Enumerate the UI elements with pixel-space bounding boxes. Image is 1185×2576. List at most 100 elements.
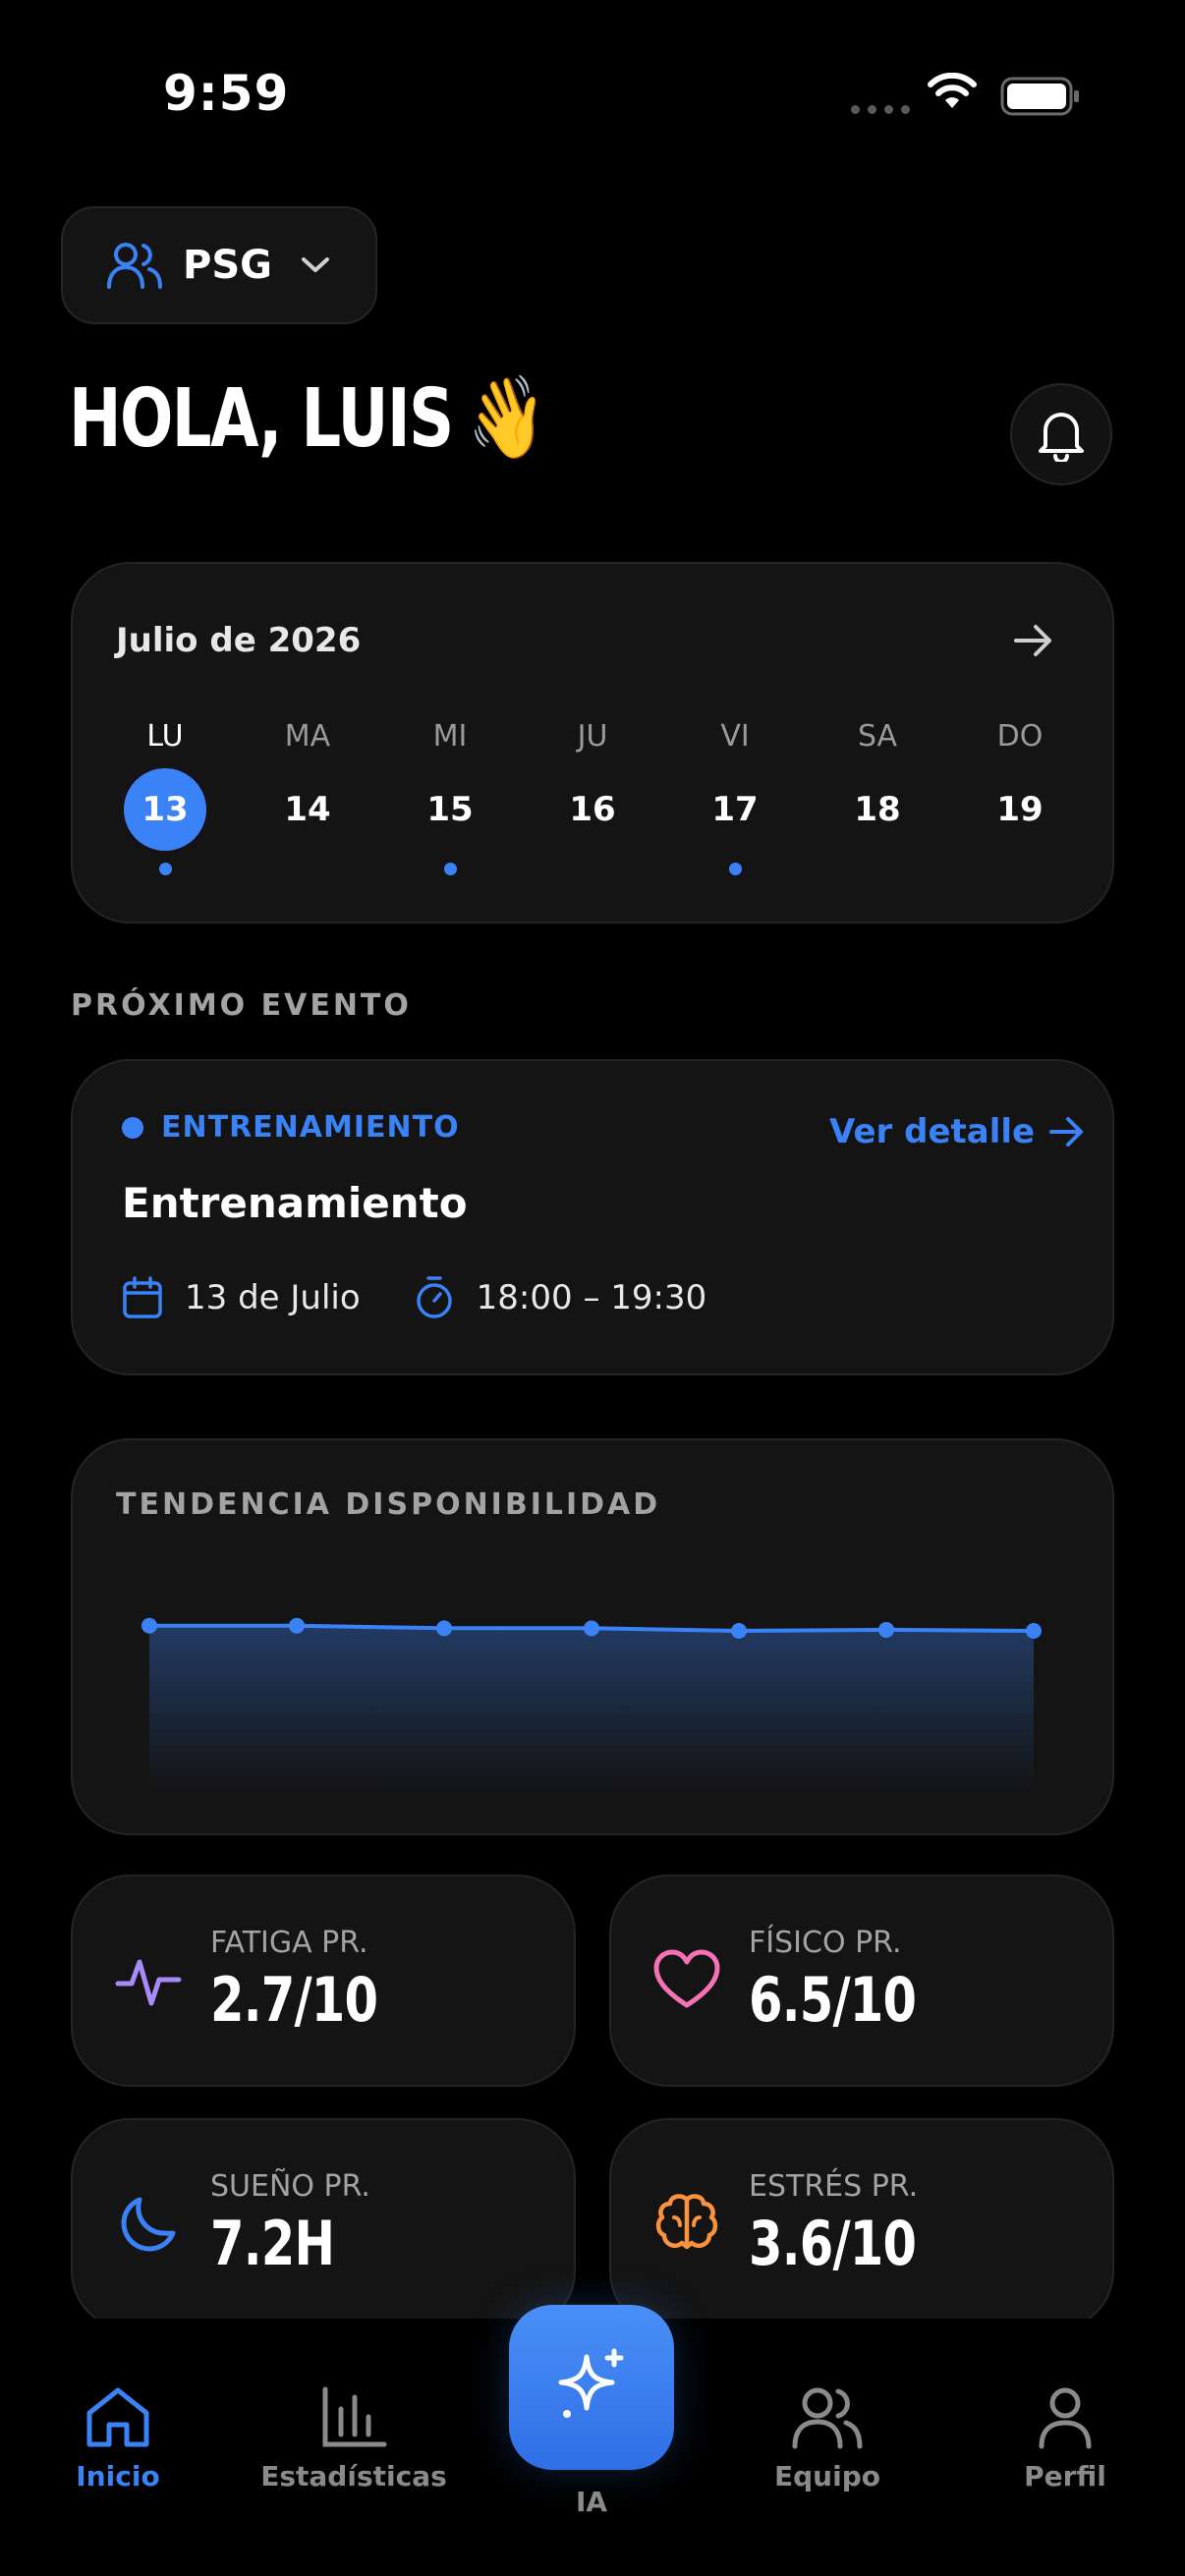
metric-text: FÍSICO PR. 6.5/10 <box>749 1926 958 2036</box>
notifications-button[interactable] <box>1010 383 1112 485</box>
day-number: 13 <box>124 768 206 851</box>
metric-text: FATIGA PR. 2.7/10 <box>210 1926 420 2036</box>
trend-point-1 <box>141 1617 157 1634</box>
activity-icon <box>114 1946 183 2015</box>
cellular-signal-icon <box>851 105 910 114</box>
tab-stats-label: Estadísticas <box>260 2460 447 2492</box>
metric-value: 3.6/10 <box>749 2208 917 2279</box>
metric-label: ESTRÉS PR. <box>749 2169 919 2204</box>
chevron-down-icon <box>301 257 329 272</box>
heart-icon <box>652 1946 721 2015</box>
trend-point-3 <box>436 1620 452 1637</box>
home-icon <box>86 2387 149 2447</box>
day-number: 16 <box>569 790 616 829</box>
metric-label: FATIGA PR. <box>210 1926 368 1960</box>
view-detail-link[interactable]: Ver detalle <box>829 1112 1086 1151</box>
event-indicator-dot <box>1014 863 1027 875</box>
event-title: Entrenamiento <box>122 1179 468 1227</box>
day-do[interactable]: DO 19 <box>971 719 1069 875</box>
event-type-dot <box>122 1116 143 1139</box>
tab-ai-label: IA <box>575 2486 608 2518</box>
metric-text: SUEÑO PR. 7.2H <box>210 2169 370 2279</box>
day-number: 14 <box>284 790 331 829</box>
greeting: HOLA, LUIS 👋 <box>69 371 546 466</box>
view-detail-label: Ver detalle <box>829 1112 1036 1151</box>
wifi-icon <box>928 73 977 108</box>
day-label: MA <box>284 719 331 754</box>
day-lu[interactable]: LU 13 <box>116 719 214 875</box>
event-meta: 13 de Julio 18:00 – 19:30 <box>122 1275 760 1320</box>
arrow-right-icon <box>1049 1117 1084 1147</box>
event-date: 13 de Julio <box>185 1278 361 1317</box>
metric-card-fatigue[interactable]: FATIGA PR. 2.7/10 <box>71 1875 576 2087</box>
day-vi[interactable]: VI 17 <box>686 719 784 875</box>
bar-chart-icon <box>322 2386 387 2447</box>
users-icon <box>792 2387 863 2449</box>
day-label: JU <box>577 719 608 754</box>
tab-home-label: Inicio <box>76 2460 160 2492</box>
tab-profile[interactable]: Perfil <box>967 2385 1163 2492</box>
day-number: 19 <box>996 790 1044 829</box>
status-time: 9:59 <box>163 65 290 122</box>
day-ju[interactable]: JU 16 <box>543 719 642 875</box>
week-strip: LU 13 MA 14 MI 15 JU 16 VI 17 SA 18 DO 19 <box>116 719 1069 875</box>
day-number: 18 <box>854 790 901 829</box>
day-ma[interactable]: MA 14 <box>258 719 357 875</box>
event-indicator-dot <box>443 863 457 875</box>
metric-card-physical[interactable]: FÍSICO PR. 6.5/10 <box>609 1875 1114 2087</box>
trend-chart <box>141 1617 1042 1792</box>
ai-assistant-button[interactable] <box>509 2305 674 2470</box>
event-indicator-dot <box>728 863 742 875</box>
trend-point-6 <box>878 1621 894 1638</box>
wave-emoji: 👋 <box>468 371 546 465</box>
event-type-tag: ENTRENAMIENTO <box>122 1110 460 1145</box>
trend-point-2 <box>289 1617 305 1634</box>
bell-icon <box>1039 413 1084 462</box>
metric-label: SUEÑO PR. <box>210 2169 370 2204</box>
team-name: PSG <box>183 243 272 288</box>
greeting-text: HOLA, LUIS <box>69 371 454 466</box>
event-time: 18:00 – 19:30 <box>476 1278 707 1317</box>
brain-icon <box>652 2190 721 2259</box>
metric-value: 2.7/10 <box>210 1964 378 2036</box>
trend-point-4 <box>584 1620 599 1637</box>
tab-team-label: Equipo <box>774 2460 880 2492</box>
day-label: LU <box>146 719 184 754</box>
calendar-month: Julio de 2026 <box>116 621 362 660</box>
metric-card-stress[interactable]: ESTRÉS PR. 3.6/10 <box>609 2118 1114 2330</box>
tab-stats[interactable]: Estadísticas <box>255 2385 452 2492</box>
day-label: SA <box>857 719 898 754</box>
day-label: DO <box>996 719 1044 754</box>
day-mi[interactable]: MI 15 <box>401 719 499 875</box>
day-label: MI <box>432 719 468 754</box>
metric-text: ESTRÉS PR. 3.6/10 <box>749 2169 958 2279</box>
event-indicator-dot <box>158 863 172 875</box>
trend-point-7 <box>1026 1623 1042 1639</box>
stopwatch-icon <box>416 1276 452 1318</box>
metric-card-sleep[interactable]: SUEÑO PR. 7.2H <box>71 2118 576 2330</box>
day-sa[interactable]: SA 18 <box>828 719 927 875</box>
day-label: VI <box>720 719 750 754</box>
tab-profile-label: Perfil <box>1024 2460 1106 2492</box>
sparkles-icon <box>558 2348 624 2418</box>
tab-home[interactable]: Inicio <box>20 2385 216 2492</box>
trend-point-5 <box>731 1623 747 1639</box>
arrow-right-icon[interactable] <box>1012 619 1055 662</box>
event-indicator-dot <box>302 863 314 875</box>
trend-area <box>149 1625 1034 1792</box>
user-icon <box>1039 2387 1092 2449</box>
moon-icon <box>114 2190 183 2259</box>
metric-label: FÍSICO PR. <box>749 1926 902 1960</box>
day-number: 17 <box>711 790 759 829</box>
tab-team[interactable]: Equipo <box>729 2385 926 2492</box>
battery-icon <box>1000 77 1079 116</box>
team-selector[interactable]: PSG <box>61 206 377 324</box>
event-type-label: ENTRENAMIENTO <box>161 1110 460 1145</box>
calendar-icon <box>123 1276 162 1318</box>
event-indicator-dot <box>587 863 599 875</box>
next-event-section-label: PRÓXIMO EVENTO <box>71 988 412 1023</box>
metric-value: 7.2H <box>210 2208 335 2279</box>
day-number: 15 <box>426 790 474 829</box>
users-icon <box>107 243 162 289</box>
metric-value: 6.5/10 <box>749 1964 917 2036</box>
